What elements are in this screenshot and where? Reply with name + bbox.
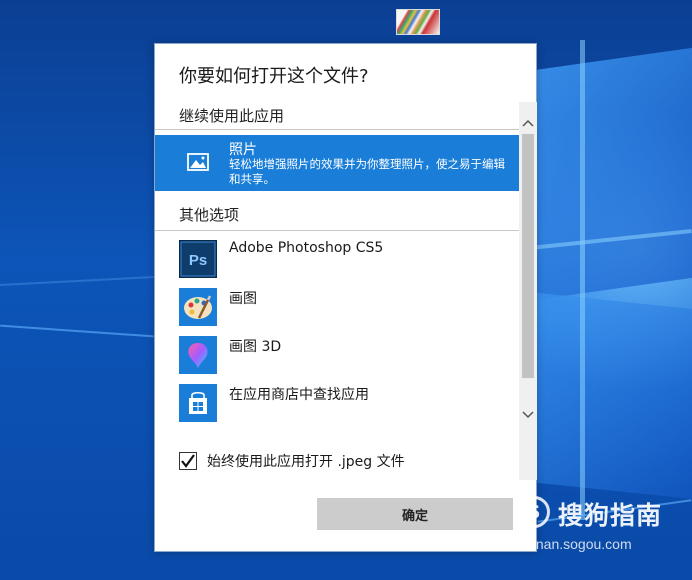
chevron-up-icon xyxy=(522,119,534,127)
always-use-label: 始终使用此应用打开 .jpeg 文件 xyxy=(207,454,405,470)
app-item-paint[interactable]: 画图 xyxy=(155,284,519,332)
section-divider xyxy=(155,230,519,231)
scroll-thumb[interactable] xyxy=(522,134,534,378)
app-name: 画图 xyxy=(229,291,257,307)
list-scrollbar[interactable] xyxy=(519,102,537,480)
app-item-photos[interactable]: 照片 轻松地增强照片的效果并为你整理照片，使之易于编辑和共享。 xyxy=(155,135,519,191)
watermark: S 搜狗指南 zhinan.sogou.com xyxy=(516,494,688,554)
app-name: Adobe Photoshop CS5 xyxy=(229,240,384,256)
svg-text:Ps: Ps xyxy=(189,252,207,269)
wallpaper-pane xyxy=(520,290,692,500)
chevron-down-icon xyxy=(522,411,534,419)
store-icon xyxy=(179,384,217,422)
checkmark-icon xyxy=(181,454,195,468)
photos-icon xyxy=(179,143,217,181)
paint-icon xyxy=(179,288,217,326)
paint-3d-icon xyxy=(179,336,217,374)
wallpaper-floor-line xyxy=(0,275,154,287)
app-item-store[interactable]: 在应用商店中查找应用 xyxy=(155,380,519,428)
app-name: 在应用商店中查找应用 xyxy=(229,387,369,403)
wallpaper-pane xyxy=(520,47,692,303)
app-item-photoshop[interactable]: Ps Adobe Photoshop CS5 xyxy=(155,236,519,284)
app-item-paint-3d[interactable]: 画图 3D xyxy=(155,332,519,380)
always-use-checkbox[interactable] xyxy=(179,452,197,470)
file-thumbnail xyxy=(396,9,440,35)
scroll-up-button[interactable] xyxy=(519,114,537,132)
section-divider xyxy=(155,129,519,130)
app-name: 照片 xyxy=(229,142,257,158)
ok-button[interactable]: 确定 xyxy=(317,498,513,530)
watermark-text: 搜狗指南 xyxy=(558,501,663,530)
watermark-url: zhinan.sogou.com xyxy=(518,536,632,552)
dialog-title: 你要如何打开这个文件? xyxy=(179,66,369,87)
section-header-continue: 继续使用此应用 xyxy=(179,107,285,125)
wallpaper-light-beam xyxy=(580,40,585,520)
app-list: 继续使用此应用 照片 轻松地增强照片的效果并为你整理照片，使之易于编辑和共享。 … xyxy=(155,102,537,480)
scroll-down-button[interactable] xyxy=(519,406,537,424)
wallpaper-floor-line xyxy=(0,324,154,338)
app-name: 画图 3D xyxy=(229,339,282,355)
sogou-logo-icon: S xyxy=(518,496,550,528)
section-header-other: 其他选项 xyxy=(179,206,240,224)
app-description: 轻松地增强照片的效果并为你整理照片，使之易于编辑和共享。 xyxy=(229,157,505,186)
open-with-dialog: 你要如何打开这个文件? 继续使用此应用 照片 轻松地增强照片的效果并为你整理照片… xyxy=(154,43,537,552)
photoshop-icon: Ps xyxy=(179,240,217,278)
